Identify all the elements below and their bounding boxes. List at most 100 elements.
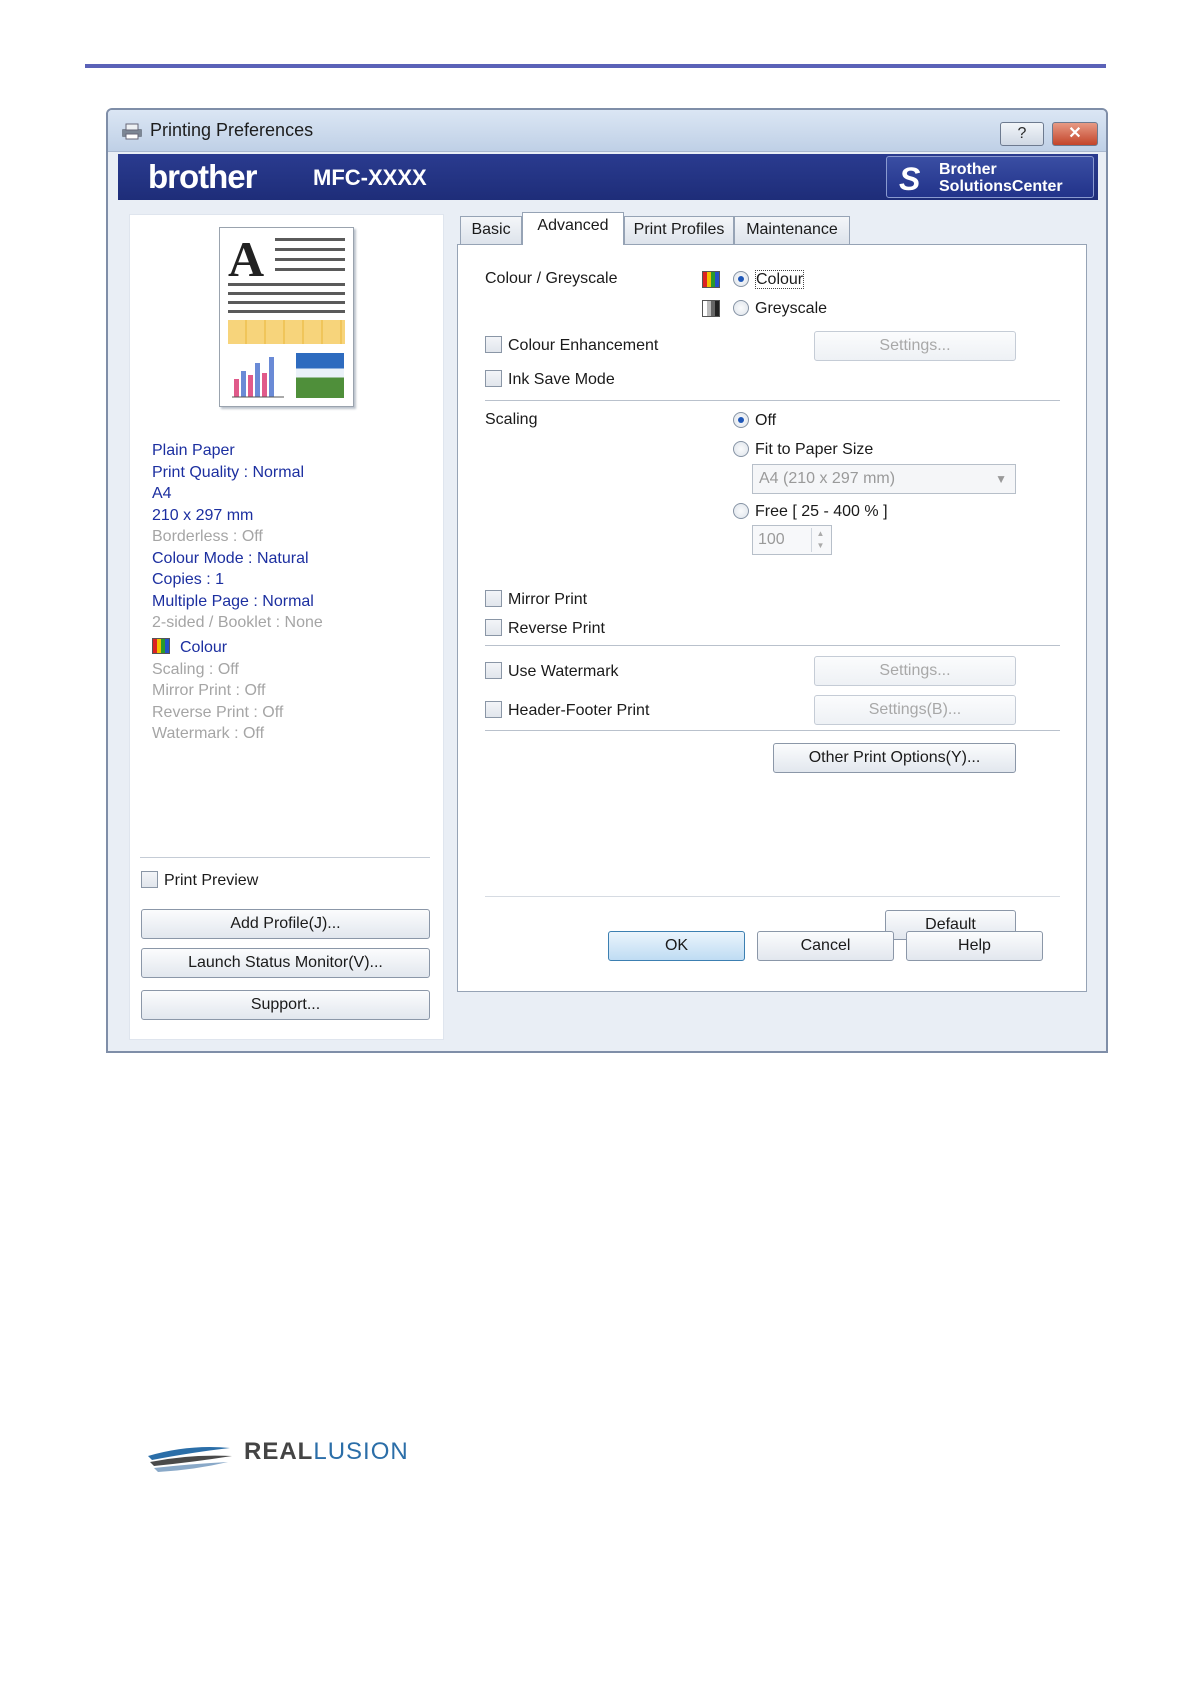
- print-preview-option[interactable]: Print Preview: [141, 871, 258, 890]
- colour-enhancement-checkbox[interactable]: [485, 336, 502, 353]
- page-top-rule: [85, 64, 1106, 68]
- use-watermark-option[interactable]: Use Watermark: [485, 662, 619, 681]
- colour-mode-summary: Colour: [152, 637, 283, 659]
- summary-item: Scaling : Off: [152, 660, 239, 678]
- summary-item: Reverse Print : Off: [152, 703, 284, 721]
- printer-icon: [122, 123, 142, 140]
- summary-item: Borderless : Off: [152, 528, 263, 545]
- section-divider: [485, 896, 1060, 897]
- scaling-off-option[interactable]: Off: [733, 412, 776, 430]
- mirror-print-checkbox[interactable]: [485, 590, 502, 607]
- left-panel-divider: [140, 857, 430, 858]
- chevron-down-icon: ▼: [995, 472, 1007, 486]
- ink-save-mode-option[interactable]: Ink Save Mode: [485, 370, 615, 389]
- colour-radio[interactable]: [733, 271, 749, 287]
- brand-bar: brother MFC-XXXX S Brother SolutionsCent…: [118, 154, 1098, 200]
- paper-size-value: A4 (210 x 297 mm): [759, 470, 896, 487]
- settings-summary-panel: A Plain Paper Print Quality : Normal A4 210…: [129, 214, 444, 1040]
- preview-line: [228, 310, 345, 313]
- close-title-button[interactable]: ✕: [1052, 122, 1098, 146]
- preview-bar-chart-icon: [232, 357, 284, 398]
- printing-preferences-dialog: Printing Preferences ? ✕ brother MFC-XXX…: [106, 108, 1108, 1053]
- free-scaling-radio[interactable]: [733, 503, 749, 519]
- free-scaling-option[interactable]: Free [ 25 - 400 % ]: [733, 503, 888, 521]
- scaling-off-label: Off: [755, 412, 777, 429]
- ink-save-mode-label: Ink Save Mode: [508, 371, 615, 388]
- help-title-button[interactable]: ?: [1000, 122, 1044, 146]
- help-button[interactable]: Help: [906, 931, 1043, 961]
- support-button[interactable]: Support...: [141, 990, 430, 1020]
- greyscale-radio-label: Greyscale: [755, 300, 828, 317]
- preview-table: [228, 320, 345, 344]
- use-watermark-label: Use Watermark: [508, 663, 619, 680]
- preview-line: [228, 292, 345, 295]
- summary-list: Plain Paper Print Quality : Normal A4 210 x…: [152, 440, 323, 634]
- header-footer-settings-button[interactable]: Settings(B)...: [814, 695, 1016, 725]
- summary-item: Colour Mode : Natural: [152, 549, 309, 567]
- preview-line: [228, 283, 345, 286]
- fit-to-paper-option[interactable]: Fit to Paper Size: [733, 441, 873, 459]
- tab-print-profiles[interactable]: Print Profiles: [624, 216, 734, 244]
- greyscale-mode-icon: [702, 300, 720, 317]
- summary-item: 210 x 297 mm: [152, 506, 254, 524]
- header-footer-label: Header-Footer Print: [508, 702, 650, 719]
- stepper-arrows-icon[interactable]: ▲ ▼: [811, 528, 829, 552]
- preview-line: [228, 301, 345, 304]
- ink-save-mode-checkbox[interactable]: [485, 370, 502, 387]
- mirror-print-option[interactable]: Mirror Print: [485, 590, 587, 609]
- reverse-print-checkbox[interactable]: [485, 619, 502, 636]
- solutions-center-label: Brother SolutionsCenter: [939, 161, 1063, 195]
- colour-radio-option[interactable]: Colour: [733, 270, 805, 289]
- free-scaling-stepper[interactable]: 100 ▲ ▼: [752, 525, 832, 555]
- add-profile-button[interactable]: Add Profile(J)...: [141, 909, 430, 939]
- colour-enhancement-option[interactable]: Colour Enhancement: [485, 336, 658, 355]
- print-preview-checkbox[interactable]: [141, 871, 158, 888]
- summary-item: Print Quality : Normal: [152, 463, 305, 481]
- fit-to-paper-radio[interactable]: [733, 441, 749, 457]
- solutions-center-button[interactable]: S Brother SolutionsCenter: [886, 156, 1094, 198]
- solutions-center-line1: Brother: [939, 161, 997, 178]
- summary-item: A4: [152, 485, 172, 502]
- document-preview-image: A: [219, 227, 354, 407]
- colour-enhancement-settings-button[interactable]: Settings...: [814, 331, 1016, 361]
- tab-advanced[interactable]: Advanced: [522, 212, 624, 245]
- free-scaling-value: 100: [758, 531, 785, 548]
- fit-to-paper-label: Fit to Paper Size: [755, 441, 874, 458]
- reallusion-logo-text: REALLUSION: [244, 1438, 409, 1466]
- colour-summary-label: Colour: [180, 639, 228, 656]
- tab-maintenance[interactable]: Maintenance: [734, 216, 850, 244]
- print-preview-label: Print Preview: [164, 872, 259, 889]
- colour-icon: [152, 638, 170, 654]
- greyscale-radio[interactable]: [733, 300, 749, 316]
- advanced-tab-panel: Colour / Greyscale Colour Greyscale Colo…: [457, 244, 1087, 992]
- preview-line: [275, 238, 345, 241]
- logo-text-strong: REAL: [244, 1438, 314, 1465]
- watermark-settings-button[interactable]: Settings...: [814, 656, 1016, 686]
- cancel-button[interactable]: Cancel: [757, 931, 894, 961]
- preview-photo-image: [296, 353, 344, 398]
- tab-basic[interactable]: Basic: [460, 216, 522, 244]
- use-watermark-checkbox[interactable]: [485, 662, 502, 679]
- colour-mode-icon: [702, 271, 720, 288]
- window-title: Printing Preferences: [150, 120, 314, 140]
- other-print-options-button[interactable]: Other Print Options(Y)...: [773, 743, 1016, 773]
- preview-line: [275, 258, 345, 261]
- summary-item: Copies : 1: [152, 571, 225, 588]
- ok-button[interactable]: OK: [608, 931, 745, 961]
- section-divider: [485, 645, 1060, 646]
- title-bar[interactable]: Printing Preferences ? ✕: [108, 110, 1106, 152]
- reverse-print-option[interactable]: Reverse Print: [485, 619, 605, 638]
- logo-text-light: LUSION: [313, 1438, 409, 1465]
- header-footer-option[interactable]: Header-Footer Print: [485, 701, 649, 720]
- greyscale-radio-option[interactable]: Greyscale: [733, 300, 827, 318]
- header-footer-checkbox[interactable]: [485, 701, 502, 718]
- preview-line: [275, 248, 345, 251]
- scaling-label: Scaling: [485, 411, 538, 428]
- colour-greyscale-label: Colour / Greyscale: [485, 270, 618, 287]
- colour-radio-label: Colour: [755, 270, 805, 289]
- paper-size-select[interactable]: A4 (210 x 297 mm) ▼: [752, 464, 1016, 494]
- solutions-center-icon: S: [899, 161, 921, 197]
- launch-status-monitor-button[interactable]: Launch Status Monitor(V)...: [141, 948, 430, 978]
- printer-model: MFC-XXXX: [313, 165, 427, 190]
- scaling-off-radio[interactable]: [733, 412, 749, 428]
